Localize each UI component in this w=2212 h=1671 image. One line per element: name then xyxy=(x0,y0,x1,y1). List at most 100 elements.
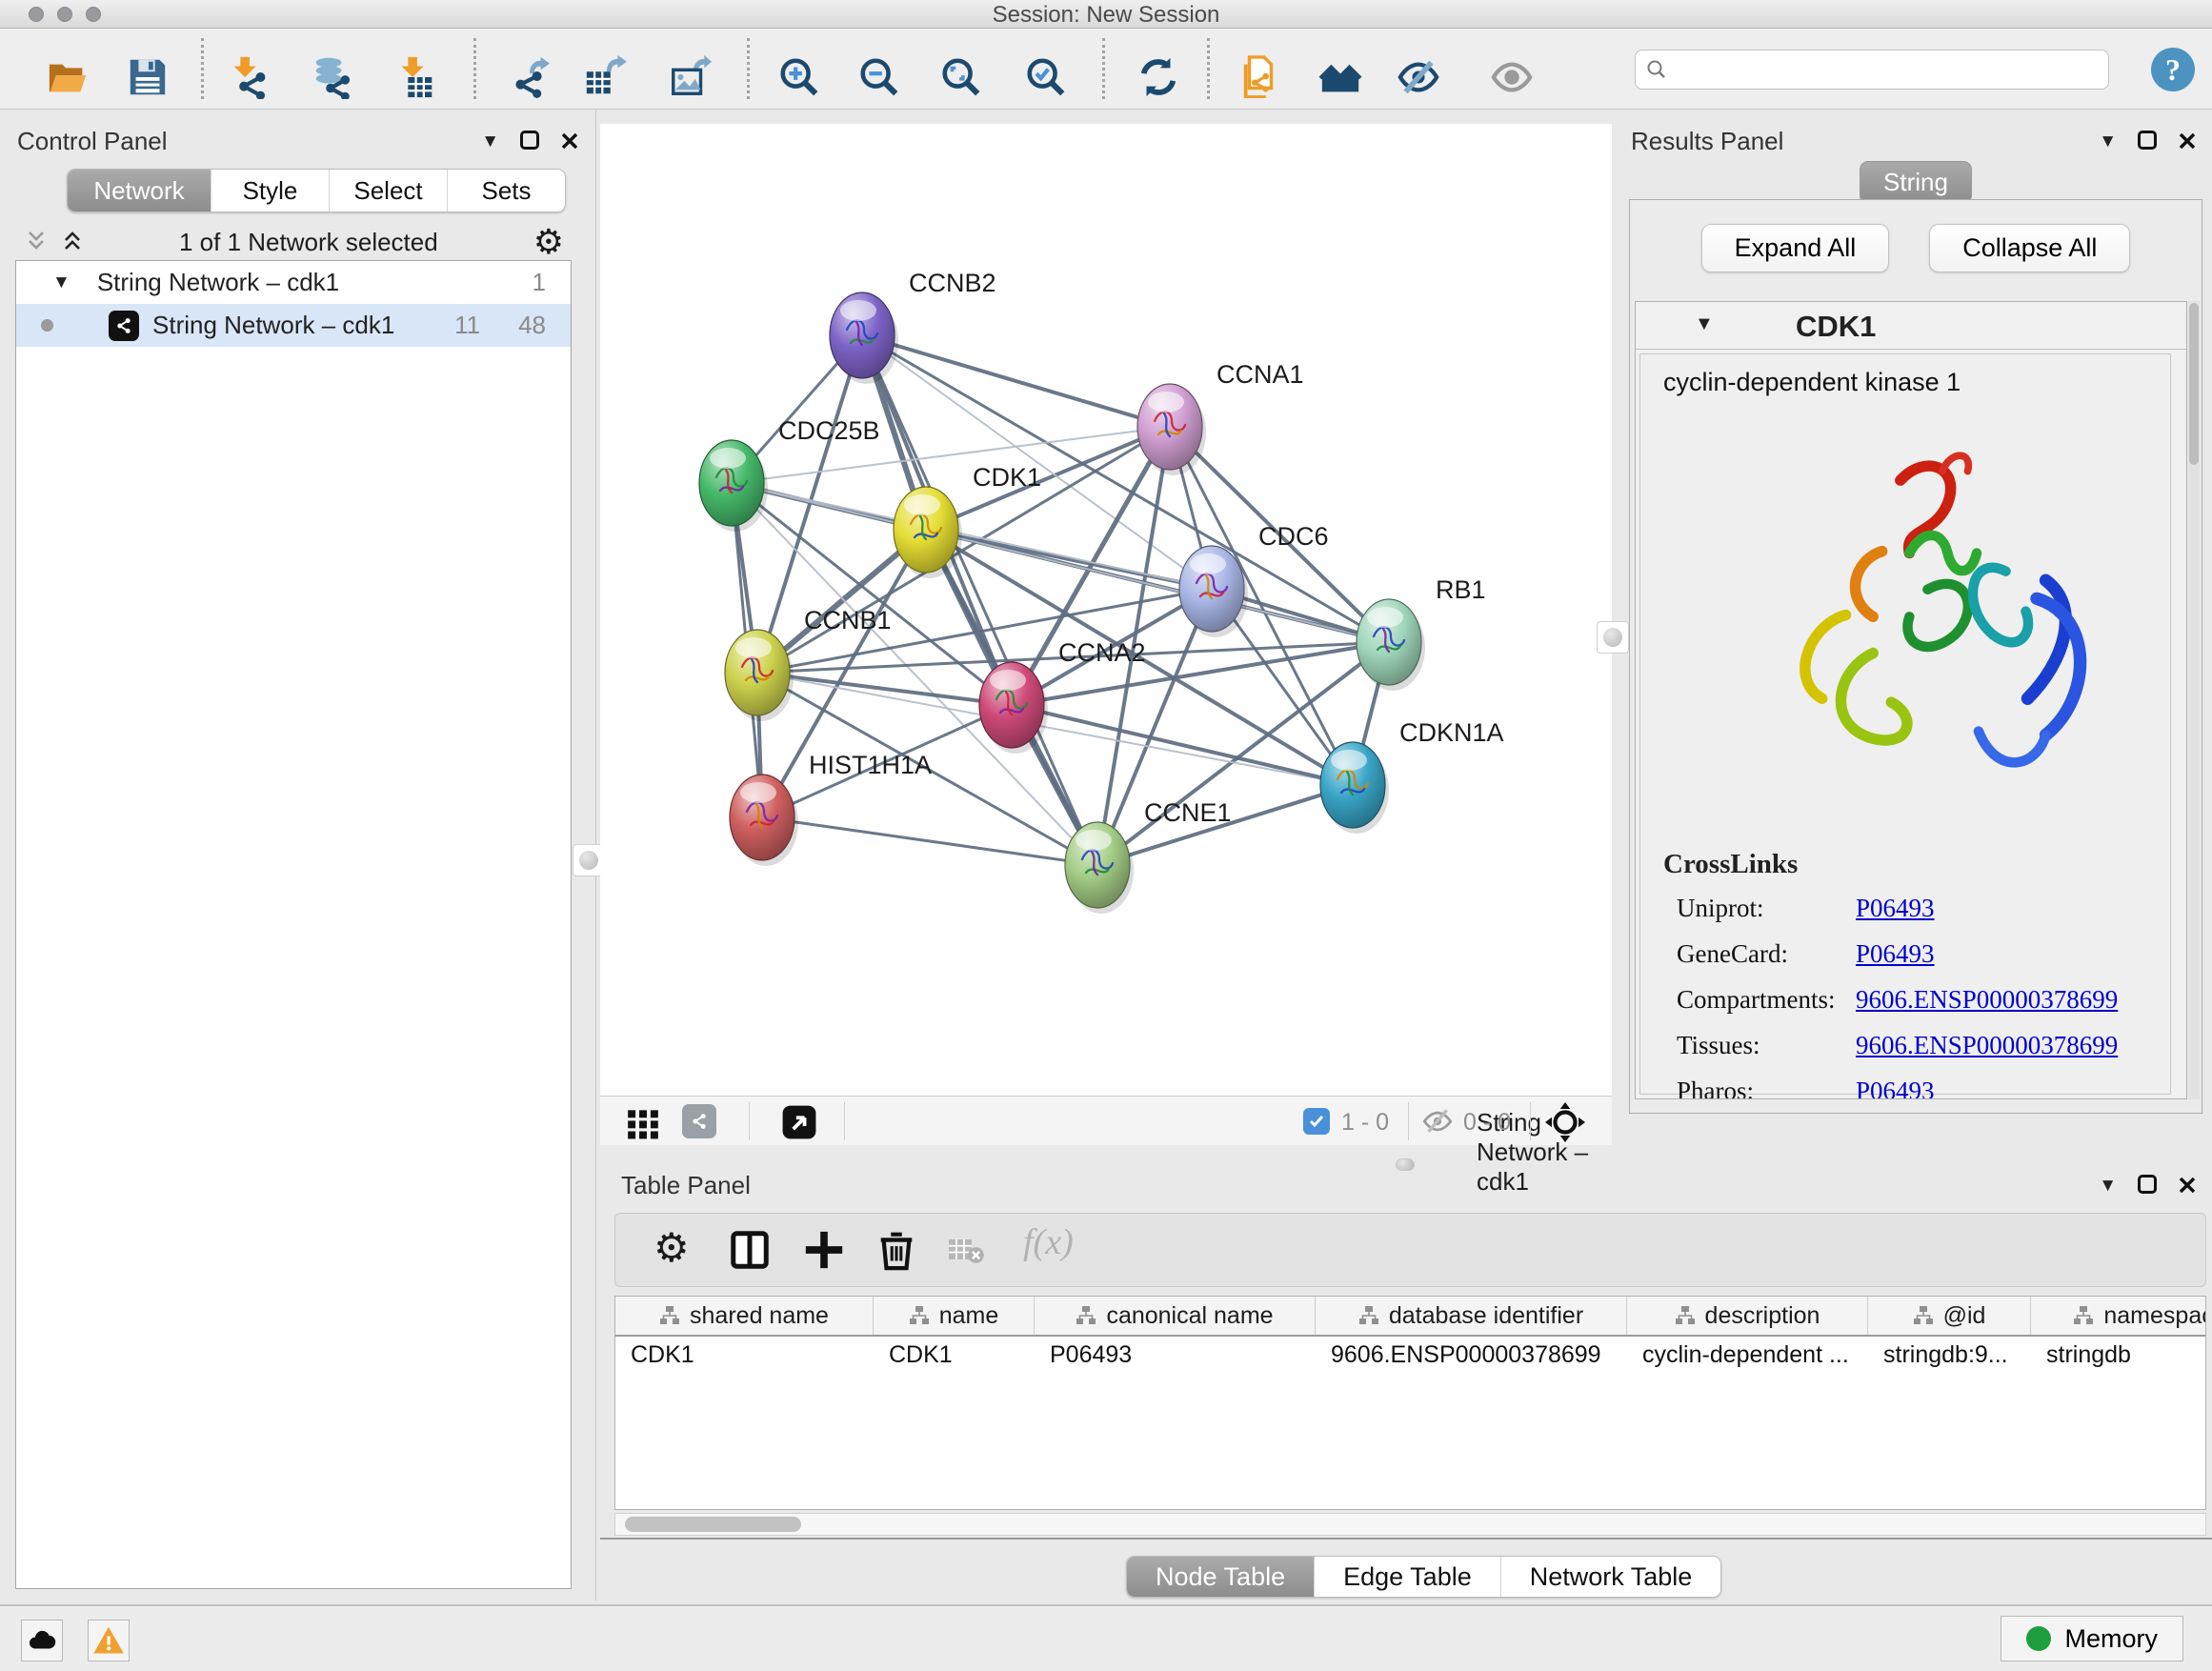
tab-network-table[interactable]: Network Table xyxy=(1500,1557,1721,1597)
column-header[interactable]: @id xyxy=(1868,1297,2031,1335)
column-header[interactable]: canonical name xyxy=(1035,1297,1316,1335)
expand-all-networks-button[interactable] xyxy=(61,229,84,255)
network-view-canvas[interactable]: CCNB2CCNA1CDC25BCDK1CDC6RB1CCNB1CCNA2CDK… xyxy=(600,124,1612,1096)
scrollbar-thumb[interactable] xyxy=(2189,303,2199,465)
network-node-rb1[interactable]: RB1 xyxy=(1357,575,1486,691)
search-input[interactable] xyxy=(1668,52,2108,87)
control-panel-close-button[interactable] xyxy=(560,131,579,151)
network-collection-row[interactable]: ▼ String Network – cdk1 1 xyxy=(16,261,571,304)
zoom-selected-button[interactable] xyxy=(1024,55,1068,99)
import-network-file-button[interactable] xyxy=(226,55,270,99)
cloud-status-button[interactable] xyxy=(21,1620,63,1661)
create-column-button[interactable] xyxy=(802,1228,846,1275)
control-panel-float-button[interactable] xyxy=(520,131,539,151)
zoom-out-button[interactable] xyxy=(857,55,901,99)
tab-network[interactable]: Network xyxy=(68,170,211,211)
network-node-cdkn1a[interactable]: CDKN1A xyxy=(1320,718,1504,834)
tab-edge-table[interactable]: Edge Table xyxy=(1314,1557,1500,1597)
control-panel-collapse-button[interactable]: ▼ xyxy=(481,132,499,151)
home-button[interactable] xyxy=(1318,55,1362,99)
network-tree: ▼ String Network – cdk1 1 String Network… xyxy=(15,260,572,1589)
toolbar-separator xyxy=(747,38,750,99)
close-icon xyxy=(2178,131,2197,151)
control-panel-tabs: Network Style Select Sets xyxy=(67,169,566,212)
zoom-fit-button[interactable] xyxy=(939,55,983,99)
function-builder-button[interactable]: f(x) xyxy=(1023,1221,1074,1263)
save-session-button[interactable] xyxy=(126,55,170,99)
node-details-header[interactable]: ▼ CDK1 xyxy=(1636,302,2186,350)
refresh-view-button[interactable] xyxy=(1136,55,1180,99)
table-panel-close-button[interactable] xyxy=(2178,1176,2197,1195)
export-table-button[interactable] xyxy=(583,55,627,99)
column-header[interactable]: description xyxy=(1627,1297,1868,1335)
open-session-button[interactable] xyxy=(46,55,90,99)
string-network-icon xyxy=(109,311,139,341)
table-horizontal-scrollbar[interactable] xyxy=(614,1513,2206,1536)
float-icon xyxy=(2138,1175,2157,1194)
table-panel-float-button[interactable] xyxy=(2138,1175,2157,1196)
zoom-in-button[interactable] xyxy=(777,55,821,99)
crosslink-label: Uniprot: xyxy=(1677,894,1856,923)
network-node-ccna1[interactable]: CCNA1 xyxy=(1137,360,1304,475)
tab-string[interactable]: String xyxy=(1860,161,1972,204)
tree-expand-icon[interactable]: ▼ xyxy=(52,272,70,293)
import-network-database-button[interactable] xyxy=(309,55,352,99)
node-label: CDC6 xyxy=(1258,522,1329,551)
node-label: CDKN1A xyxy=(1399,718,1504,747)
crosslink-link[interactable]: P06493 xyxy=(1856,1077,1935,1099)
toolbar-separator xyxy=(1207,38,1210,99)
tab-node-table[interactable]: Node Table xyxy=(1127,1557,1314,1597)
table-row[interactable]: CDK1 CDK1 P06493 9606.ENSP00000378699 cy… xyxy=(615,1337,2205,1373)
birds-eye-view-button[interactable] xyxy=(781,1104,817,1143)
network-node-cdk1[interactable]: CDK1 xyxy=(894,463,1041,578)
memory-button[interactable]: Memory xyxy=(2001,1616,2183,1661)
warnings-button[interactable] xyxy=(88,1620,130,1661)
table-panel-collapse-button[interactable]: ▼ xyxy=(2099,1177,2117,1195)
results-panel-float-button[interactable] xyxy=(2138,131,2157,151)
results-scrollbar[interactable] xyxy=(2188,301,2200,1099)
export-network-button[interactable] xyxy=(508,55,552,99)
column-header[interactable]: namespace xyxy=(2031,1297,2206,1335)
results-panel-collapse-button[interactable]: ▼ xyxy=(2099,132,2117,151)
crosslink-link[interactable]: 9606.ENSP00000378699 xyxy=(1856,1031,2118,1060)
network-options-gear-icon[interactable]: ⚙ xyxy=(533,225,564,259)
hide-selected-button[interactable] xyxy=(1397,55,1440,99)
delete-table-button[interactable] xyxy=(947,1237,985,1268)
clone-network-button[interactable] xyxy=(1238,55,1282,99)
import-table-button[interactable] xyxy=(393,55,437,99)
crosslink-link[interactable]: P06493 xyxy=(1856,894,1935,923)
help-button[interactable]: ? xyxy=(2151,48,2195,91)
grid-view-button[interactable] xyxy=(625,1104,661,1143)
tab-style[interactable]: Style xyxy=(211,170,329,211)
node-navigation-button[interactable] xyxy=(1545,1102,1585,1145)
scrollbar-thumb[interactable] xyxy=(625,1517,801,1532)
results-panel-close-button[interactable] xyxy=(2178,131,2197,151)
grid-icon xyxy=(625,1104,661,1140)
crosslink-link[interactable]: P06493 xyxy=(1856,939,1935,969)
crosslinks-list: Uniprot: P06493 GeneCard: P06493 Compart… xyxy=(1663,894,2170,1099)
expand-all-button[interactable]: Expand All xyxy=(1701,224,1890,272)
column-header[interactable]: name xyxy=(874,1297,1035,1335)
column-header[interactable]: shared name xyxy=(615,1297,874,1335)
houses-icon xyxy=(1318,55,1362,99)
selected-indicator-checkbox[interactable] xyxy=(1303,1108,1330,1135)
network-row[interactable]: String Network – cdk1 11 48 xyxy=(16,304,571,347)
table-panel: Table Panel ▼ ⚙ xyxy=(600,1158,2212,1539)
collapse-all-button[interactable]: Collapse All xyxy=(1929,224,2130,272)
string-view-icon[interactable] xyxy=(682,1104,716,1138)
crosslink-link[interactable]: 9606.ENSP00000378699 xyxy=(1856,985,2118,1015)
tab-sets[interactable]: Sets xyxy=(447,170,565,211)
collapse-entry-icon[interactable]: ▼ xyxy=(1695,313,1714,335)
show-all-button[interactable] xyxy=(1490,55,1534,99)
double-chevron-down-icon xyxy=(25,229,48,253)
toolbar-separator xyxy=(1102,38,1105,99)
attribute-icon xyxy=(1076,1305,1096,1326)
network-node-ccne1[interactable]: CCNE1 xyxy=(1065,798,1232,914)
table-options-gear-icon[interactable]: ⚙ xyxy=(654,1228,690,1268)
column-header[interactable]: database identifier xyxy=(1316,1297,1627,1335)
delete-column-button[interactable] xyxy=(875,1228,918,1275)
show-columns-button[interactable] xyxy=(728,1228,772,1275)
collapse-all-networks-button[interactable] xyxy=(25,229,48,255)
export-image-button[interactable] xyxy=(668,55,712,99)
tab-select[interactable]: Select xyxy=(329,170,447,211)
